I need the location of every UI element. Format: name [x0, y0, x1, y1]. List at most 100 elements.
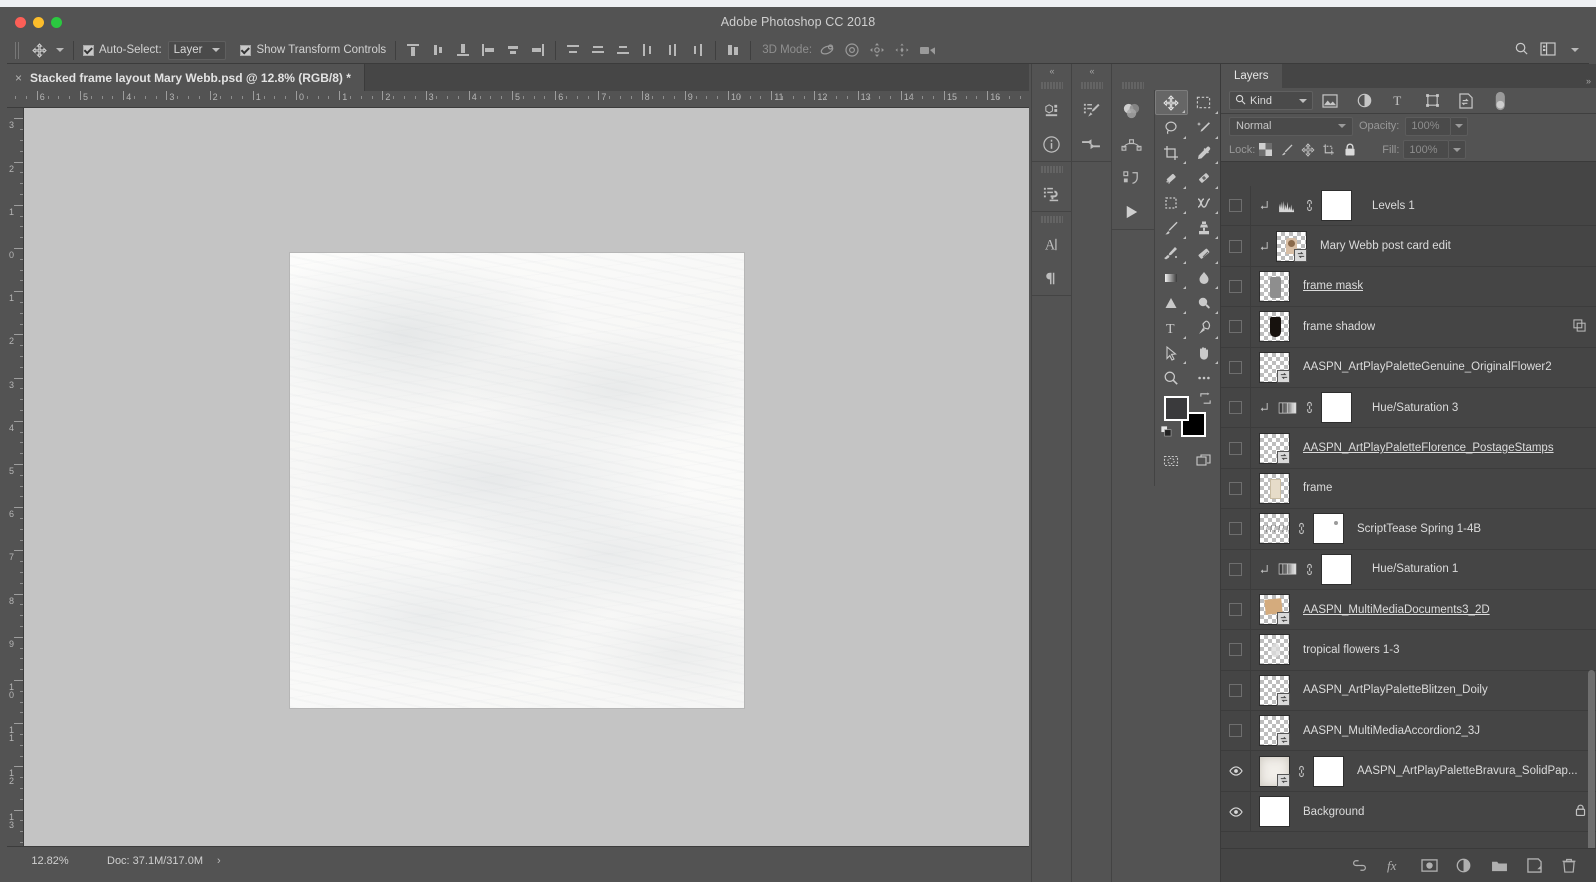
search-icon[interactable] [1514, 41, 1529, 59]
layer-row[interactable]: AASPN_ArtPlayPaletteFlorence_PostageStam… [1221, 428, 1596, 469]
layer-row[interactable]: Background [1221, 791, 1596, 833]
layer-row[interactable]: AASPN_ArtPlayPaletteBlitzen_Doily [1221, 670, 1596, 712]
layer-name[interactable]: frame [1303, 482, 1332, 494]
canvas-area[interactable] [24, 108, 1029, 846]
layer-row[interactable]: Hue/Saturation 3 [1221, 387, 1596, 429]
layer-row-body[interactable]: Hue/Saturation 3 [1251, 392, 1596, 424]
mask-link-icon[interactable] [1304, 199, 1315, 212]
show-transform-controls-checkbox[interactable] [240, 44, 252, 56]
layer-row[interactable]: frame [1221, 468, 1596, 510]
distribute-vertical-centers-icon[interactable] [590, 42, 606, 58]
type-tool-icon[interactable]: T [1155, 315, 1188, 340]
brush-settings-panel-icon[interactable] [1072, 93, 1110, 127]
actions-panel-icon[interactable] [1112, 195, 1150, 229]
layer-row-body[interactable]: AASPN_ArtPlayPaletteFlorence_PostageStam… [1251, 432, 1596, 464]
new-layer-icon[interactable] [1525, 857, 1543, 875]
pixel-layers-filter-icon[interactable] [1313, 90, 1347, 112]
move-tool-icon[interactable] [1155, 90, 1188, 115]
layer-row-body[interactable]: tropical flowers 1-3 [1251, 634, 1596, 666]
layer-name[interactable]: AASPN_ArtPlayPaletteGenuine_OriginalFlow… [1303, 361, 1552, 373]
layer-name[interactable]: frame mask [1303, 280, 1363, 292]
minimize-window-button[interactable] [33, 17, 44, 28]
panel-grip[interactable] [1080, 80, 1103, 90]
add-layer-style-icon[interactable]: fx [1385, 857, 1403, 875]
link-layers-icon[interactable] [1350, 857, 1368, 875]
align-top-edges-icon[interactable] [405, 42, 421, 58]
add-layer-mask-icon[interactable] [1420, 857, 1438, 875]
layer-row-body[interactable]: Hue/Saturation 1 [1251, 553, 1596, 585]
auto-select-scope-select[interactable]: Layer [167, 40, 227, 60]
layer-visibility-toggle[interactable] [1221, 226, 1251, 266]
layer-name[interactable]: AASPN_MultiMediaAccordion2_3J [1303, 725, 1480, 737]
lasso-tool-icon[interactable] [1155, 115, 1188, 140]
document-tab[interactable]: × Stacked frame layout Mary Webb.psd @ 1… [7, 64, 365, 91]
layer-row-body[interactable]: AASPN_ArtPlayPaletteBravura_SolidPap... [1251, 755, 1596, 787]
auto-align-layers-icon[interactable] [725, 42, 741, 58]
align-vertical-centers-icon[interactable] [430, 42, 446, 58]
layer-thumbnail[interactable] [1259, 513, 1290, 545]
layer-row-body[interactable]: AASPN_ArtPlayPaletteBlitzen_Doily [1251, 674, 1596, 706]
eyedropper-tool-icon[interactable] [1188, 140, 1221, 165]
panel-grip[interactable] [1040, 164, 1063, 174]
lock-image-pixels-icon[interactable] [1276, 140, 1297, 160]
orbit-3d-icon[interactable] [819, 42, 835, 58]
layer-mask-thumbnail[interactable] [1321, 190, 1352, 222]
layer-visibility-empty-box[interactable] [1229, 683, 1242, 697]
layer-row[interactable]: AASPN_MultiMediaAccordion2_3J [1221, 711, 1596, 752]
options-bar-grip[interactable] [15, 41, 20, 59]
type-layers-filter-icon[interactable]: T [1381, 90, 1415, 112]
panel-grip[interactable] [1040, 80, 1063, 90]
panel-grip[interactable] [1122, 80, 1144, 90]
layer-thumbnail[interactable] [1259, 674, 1290, 706]
lock-artboard-nesting-icon[interactable] [1318, 140, 1339, 160]
shape-layers-filter-icon[interactable] [1415, 90, 1449, 112]
distribute-left-edges-icon[interactable] [640, 42, 656, 58]
layer-visibility-empty-box[interactable] [1229, 441, 1242, 455]
hand-tool-icon[interactable] [1188, 340, 1221, 365]
hue-saturation-adjustment-icon[interactable] [1276, 559, 1298, 579]
layer-thumbnail[interactable] [1259, 715, 1290, 747]
layer-name[interactable]: AASPN_ArtPlayPaletteBravura_SolidPap... [1357, 765, 1578, 777]
layer-visibility-empty-box[interactable] [1229, 401, 1242, 415]
status-menu-arrow-icon[interactable]: › [217, 855, 221, 867]
workspace-switcher-icon[interactable] [1540, 41, 1556, 59]
layer-visibility-toggle[interactable] [1221, 428, 1251, 468]
mask-link-icon[interactable] [1296, 765, 1307, 778]
layer-mask-thumbnail[interactable] [1321, 392, 1352, 424]
edit-toolbar-icon[interactable] [1188, 365, 1221, 390]
layer-mask-thumbnail[interactable] [1321, 553, 1352, 585]
screen-mode-icon[interactable] [1188, 448, 1221, 473]
collapse-panels-icon[interactable]: « [1072, 64, 1111, 78]
fill-stepper[interactable] [1449, 140, 1467, 159]
zoom-3d-camera-icon[interactable] [919, 42, 936, 58]
layer-visibility-empty-box[interactable] [1229, 603, 1242, 617]
spot-healing-brush-tool-icon[interactable] [1155, 165, 1188, 190]
distribute-bottom-edges-icon[interactable] [615, 42, 631, 58]
layer-name[interactable]: ScriptTease Spring 1-4B [1357, 523, 1481, 535]
3d-panel-icon[interactable] [1032, 93, 1070, 127]
info-panel-icon[interactable] [1032, 127, 1070, 161]
mask-link-icon[interactable] [1304, 401, 1315, 414]
layer-thumbnail[interactable] [1259, 634, 1290, 666]
swap-colors-icon[interactable] [1199, 392, 1212, 408]
layer-visibility-empty-box[interactable] [1229, 724, 1242, 738]
gradient-tool-icon[interactable] [1155, 265, 1188, 290]
layer-row[interactable]: ScriptTease Spring 1-4B [1221, 509, 1596, 550]
layer-row-body[interactable]: ScriptTease Spring 1-4B [1251, 513, 1596, 545]
layer-name[interactable]: Hue/Saturation 1 [1372, 563, 1458, 575]
tab-layers[interactable]: Layers [1221, 64, 1282, 88]
close-window-button[interactable] [15, 17, 26, 28]
layer-row[interactable]: Mary Webb post card edit [1221, 226, 1596, 267]
layer-visibility-toggle[interactable] [1221, 509, 1251, 549]
opacity-stepper[interactable] [1451, 116, 1469, 136]
opacity-input[interactable]: 100% [1405, 116, 1452, 136]
layer-visibility-empty-box[interactable] [1229, 320, 1242, 334]
layer-thumbnail[interactable] [1259, 594, 1290, 626]
layer-visibility-eye-icon[interactable] [1221, 791, 1251, 832]
layer-row-body[interactable]: AASPN_MultiMediaAccordion2_3J [1251, 715, 1596, 747]
brush-tool-icon[interactable] [1155, 215, 1188, 240]
layer-name[interactable]: tropical flowers 1-3 [1303, 644, 1400, 656]
mask-link-icon[interactable] [1304, 563, 1315, 576]
layers-scrollbar[interactable] [1587, 190, 1595, 882]
layer-visibility-toggle[interactable] [1221, 468, 1251, 509]
